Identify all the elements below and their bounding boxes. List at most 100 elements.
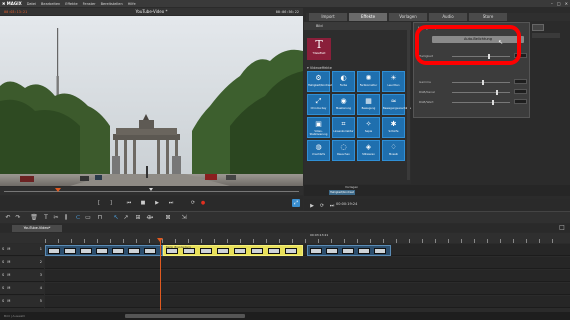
rgb-value-value[interactable]	[514, 99, 527, 104]
skip-forward-icon[interactable]: ⏭	[167, 199, 175, 207]
selected-video-clip[interactable]: Berlin_Brandenburg	[163, 245, 303, 256]
menu-window[interactable]: Fenster	[83, 2, 96, 6]
track-lane[interactable]	[45, 283, 570, 295]
title-effect-card[interactable]: T Titeleffekt	[307, 38, 331, 60]
cut-icon[interactable]: ✂	[52, 214, 60, 222]
effect-tile[interactable]: ◍ Unschärfe	[307, 140, 330, 161]
menu-edit[interactable]: Bearbeiten	[41, 2, 60, 6]
redo-icon[interactable]: ↷	[14, 214, 22, 222]
fullscreen-icon[interactable]: ⤢	[292, 199, 300, 207]
video-preview[interactable]	[0, 16, 303, 186]
text-icon[interactable]: T	[42, 214, 50, 222]
stop-icon[interactable]: ■	[139, 199, 147, 207]
effect-tile[interactable]: ♢ Mosaik	[382, 140, 405, 161]
prev-marker-icon[interactable]: [	[95, 199, 103, 207]
timeline-close-icon[interactable]: □	[558, 224, 566, 232]
fit-icon[interactable]: ⊠	[164, 214, 172, 222]
skip-back-icon[interactable]: ⏮	[125, 199, 133, 207]
effect-tile[interactable]: ◌ Rauschen	[332, 140, 355, 161]
scrub-position-marker[interactable]	[149, 188, 153, 191]
track-header[interactable]: S M 3	[0, 270, 44, 282]
timeline-scrollbar[interactable]	[125, 314, 245, 318]
effects-category-header[interactable]: Bild	[304, 22, 411, 30]
track-lane[interactable]	[45, 270, 570, 282]
effect-tile[interactable]: ◉ Maskierung	[332, 94, 355, 115]
rgb-channel-thumb[interactable]	[496, 90, 498, 95]
video-effects-section[interactable]: ▾ Videoeffekte	[307, 66, 332, 70]
tab-templates[interactable]: Vorlagen	[389, 13, 427, 21]
rgb-channel-slider[interactable]	[452, 90, 510, 95]
gamma-slider[interactable]	[452, 80, 510, 85]
solo-mute-toggle[interactable]: S M	[2, 247, 11, 251]
tab-project[interactable]: YouTube-Video*	[12, 225, 62, 232]
effect-tile[interactable]: ⚙ Helligkeit/Kontrast	[307, 71, 332, 92]
ruler-ticks	[45, 239, 565, 243]
record-icon[interactable]: ●	[199, 199, 207, 207]
effect-tile[interactable]: ✧ Sepia	[357, 117, 380, 138]
track-lane[interactable]: Berlin_Brandenburg	[45, 244, 570, 256]
solo-mute-toggle[interactable]: S M	[2, 286, 11, 290]
stretch-icon[interactable]: ⇲	[180, 214, 188, 222]
insert-mode-icon[interactable]: ⊞	[134, 214, 142, 222]
solo-mute-toggle[interactable]: S M	[2, 273, 11, 277]
range-mode-icon[interactable]: ↗	[122, 214, 130, 222]
effect-tile[interactable]: ☀ Leuchten	[382, 71, 405, 92]
tab-effects[interactable]: Effekte	[349, 13, 387, 21]
track-header[interactable]: S M 4	[0, 283, 44, 295]
ripple-icon[interactable]: ⟴	[146, 214, 154, 222]
track-header[interactable]: S M 2	[0, 257, 44, 269]
split-icon[interactable]: ⫼	[62, 214, 70, 222]
menu-file[interactable]: Datei	[27, 2, 36, 6]
preview-scrubber[interactable]	[0, 187, 303, 195]
loop-icon[interactable]: ⟳	[189, 199, 197, 207]
undo-icon[interactable]: ↶	[4, 214, 12, 222]
group-icon[interactable]: ▭	[84, 214, 92, 222]
pointer-mode-icon[interactable]: ↖	[112, 214, 120, 222]
minimize-icon[interactable]: –	[551, 1, 553, 6]
mini-timeline-clip[interactable]: Helligkeit/Kontrast	[329, 190, 355, 195]
track-header[interactable]: S M 1	[0, 244, 44, 256]
effect-tile[interactable]: ≈ Bewegungsunschärfe	[382, 94, 411, 115]
effect-tile[interactable]: ◈ Stilisieren	[357, 140, 380, 161]
solo-mute-toggle[interactable]: S M	[2, 299, 11, 303]
play-icon[interactable]: ▶	[153, 199, 161, 207]
effect-tile[interactable]: ◐ Farbe	[332, 71, 355, 92]
delete-icon[interactable]: 🗑	[30, 214, 38, 222]
video-clip[interactable]	[307, 245, 391, 256]
video-clip[interactable]	[45, 245, 163, 256]
tab-store[interactable]: Store	[469, 13, 507, 21]
track-lane[interactable]	[45, 257, 570, 269]
next-marker-icon[interactable]: ]	[107, 199, 115, 207]
menu-help[interactable]: Hilfe	[128, 2, 136, 6]
tab-audio[interactable]: Audio	[429, 13, 467, 21]
tab-import[interactable]: Import	[309, 13, 347, 21]
panel-reset-button[interactable]	[532, 24, 544, 31]
mini-play-icon[interactable]: ▶	[308, 202, 316, 210]
effect-tile[interactable]: ✱ Schärfe	[382, 117, 405, 138]
timeline-ruler[interactable]: 00:03:13:21	[0, 233, 570, 243]
mini-skip-icon[interactable]: ⏭	[328, 202, 336, 210]
effect-tile[interactable]: ✺ Farbkorrektur	[357, 71, 380, 92]
effect-tile[interactable]: ▣ Video-Stabilisierung	[307, 117, 330, 138]
maximize-icon[interactable]: □	[557, 1, 561, 6]
close-icon[interactable]: ✕	[565, 1, 568, 6]
gamma-thumb[interactable]	[482, 80, 484, 85]
link-icon[interactable]: ⊂	[74, 214, 82, 222]
effect-tile[interactable]: ⌗ Linsenkorrektur	[332, 117, 355, 138]
rgb-value-label: RGB/Wert	[419, 100, 434, 104]
rgb-channel-value[interactable]	[514, 89, 527, 94]
mini-loop-icon[interactable]: ⟳	[318, 202, 326, 210]
effects-scrollbar[interactable]	[407, 30, 410, 180]
track-lane[interactable]	[45, 296, 570, 308]
gamma-value[interactable]	[514, 79, 527, 84]
menu-effects[interactable]: Effekte	[65, 2, 77, 6]
effect-tile[interactable]: ⤢ Chroma Key	[307, 94, 330, 115]
marker-icon[interactable]: ⊓	[96, 214, 104, 222]
effect-tile[interactable]: ▦ Bewegung	[357, 94, 380, 115]
rgb-value-thumb[interactable]	[492, 100, 494, 105]
in-marker[interactable]	[55, 188, 61, 192]
rgb-value-slider[interactable]	[452, 100, 510, 105]
solo-mute-toggle[interactable]: S M	[2, 260, 11, 264]
menu-share[interactable]: Bereitstellen	[101, 2, 123, 6]
track-header[interactable]: S M 5	[0, 296, 44, 308]
